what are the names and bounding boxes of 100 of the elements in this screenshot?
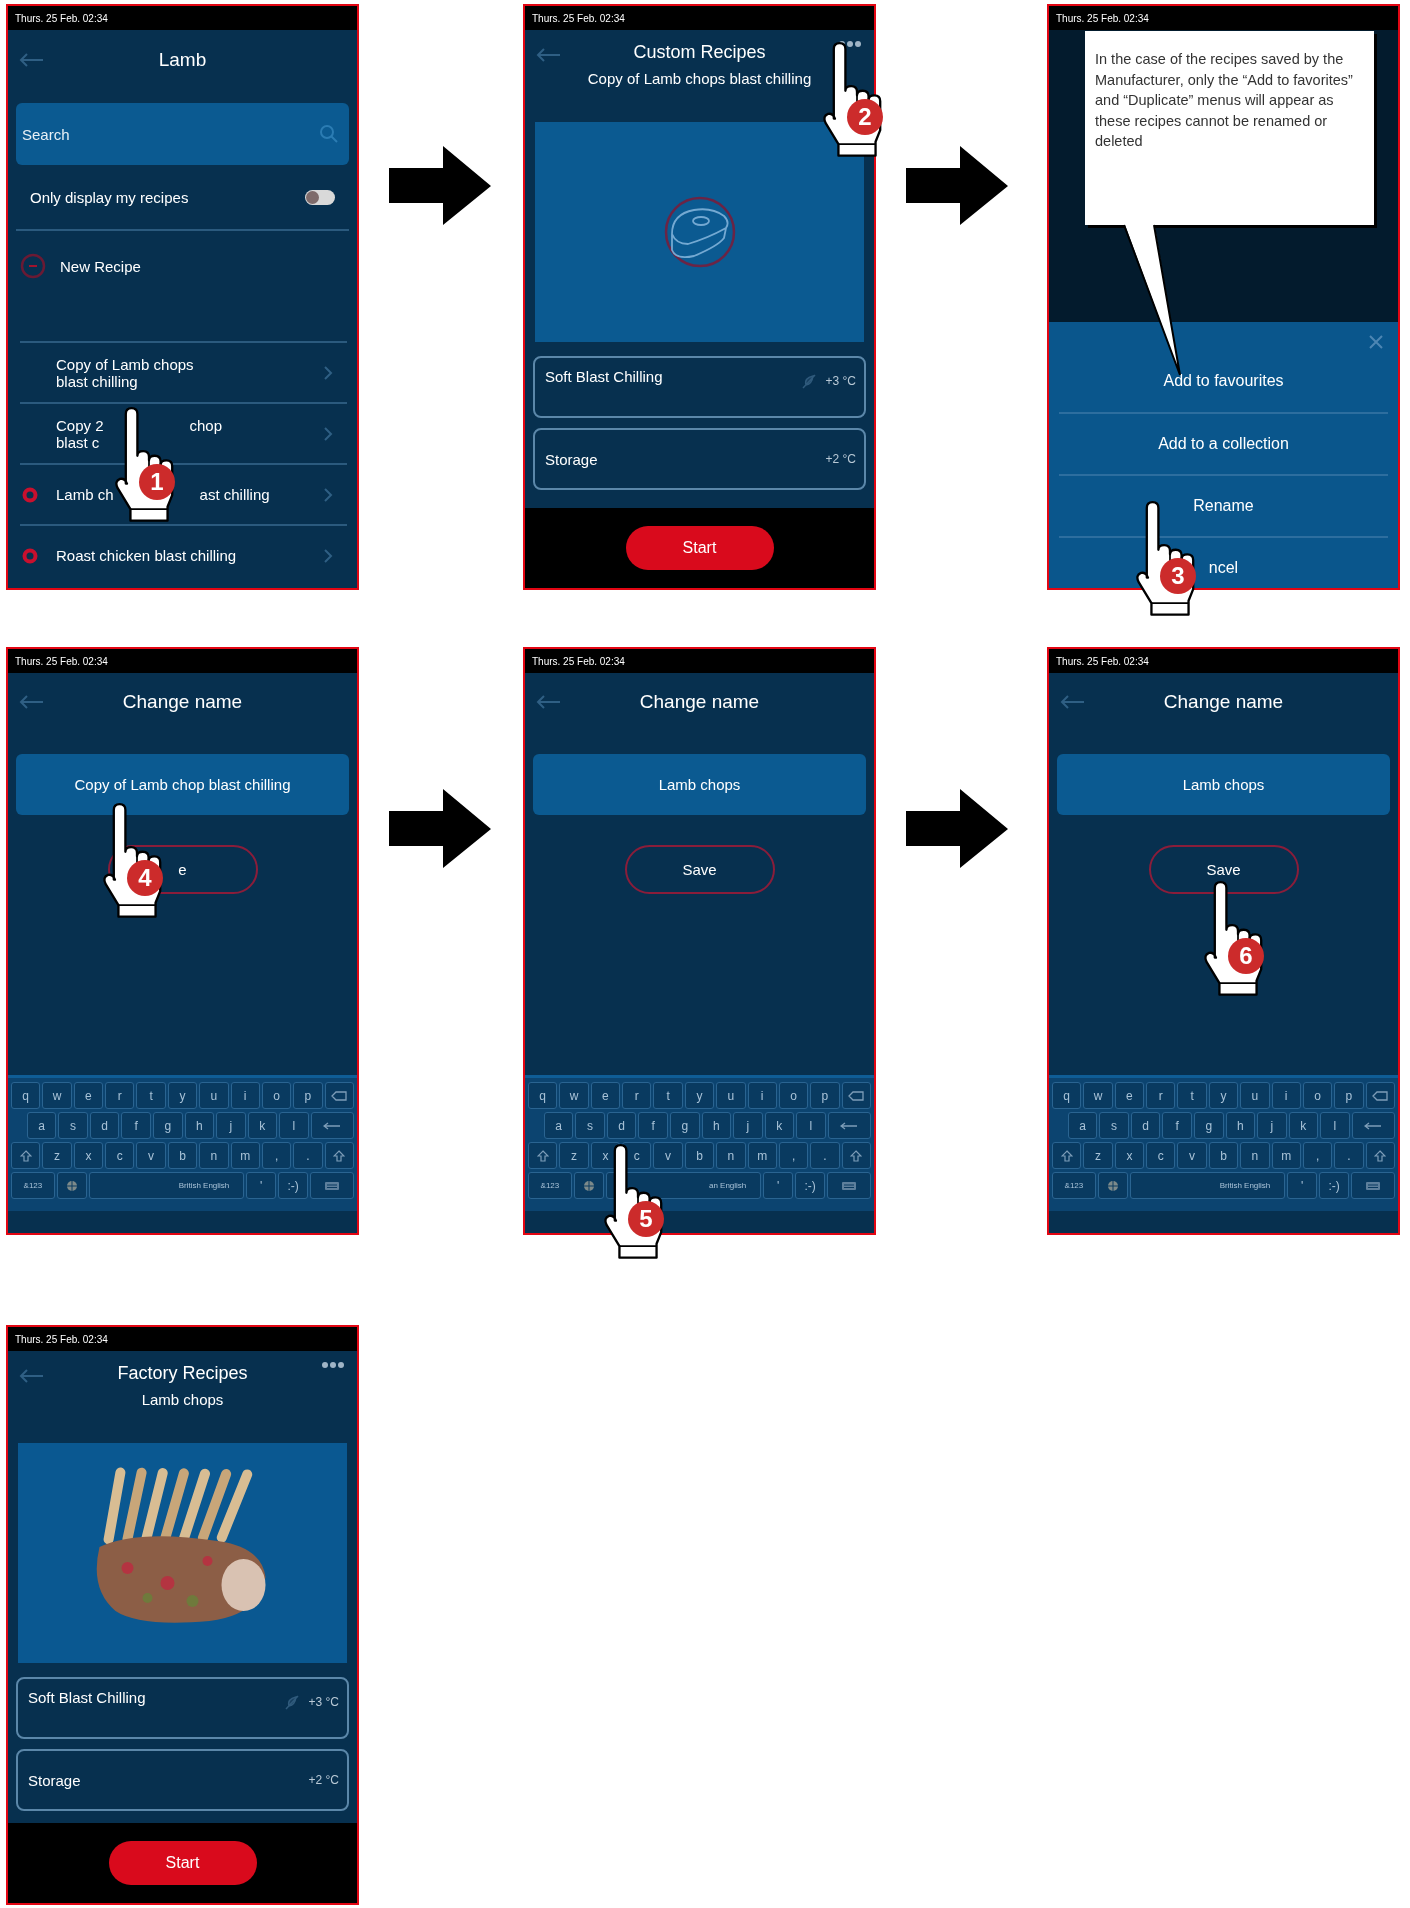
keyboard-key[interactable]: ' bbox=[763, 1172, 794, 1199]
close-icon[interactable] bbox=[1368, 334, 1384, 350]
keyboard-key[interactable]: :-) bbox=[278, 1172, 309, 1199]
keyboard-key[interactable]: f bbox=[638, 1112, 668, 1139]
keyboard-key[interactable]: w bbox=[42, 1082, 72, 1109]
keyboard-key[interactable]: o bbox=[261, 1082, 292, 1109]
recipe-item[interactable]: Copy of Lamb chops blast chilling bbox=[20, 341, 347, 402]
new-recipe-item[interactable]: New Recipe bbox=[8, 231, 357, 341]
keyboard-key[interactable]: i bbox=[1271, 1082, 1301, 1109]
back-arrow-icon[interactable] bbox=[19, 695, 45, 709]
keyboard-key[interactable]: z bbox=[42, 1142, 72, 1169]
keyboard-key[interactable] bbox=[827, 1112, 871, 1139]
keyboard-key[interactable]: g bbox=[669, 1112, 700, 1139]
keyboard-key[interactable]: . bbox=[810, 1142, 840, 1169]
back-arrow-icon[interactable] bbox=[19, 53, 45, 67]
keyboard-key[interactable]: t bbox=[136, 1082, 166, 1109]
keyboard-key[interactable]: r bbox=[622, 1082, 652, 1109]
keyboard-key[interactable] bbox=[1365, 1142, 1395, 1169]
keyboard-key[interactable]: r bbox=[1146, 1082, 1176, 1109]
keyboard-key[interactable]: k bbox=[1288, 1112, 1319, 1139]
keyboard-key[interactable] bbox=[1052, 1142, 1082, 1169]
keyboard-key[interactable] bbox=[1351, 1172, 1395, 1199]
keyboard-key[interactable]: :-) bbox=[1319, 1172, 1350, 1199]
keyboard-key[interactable] bbox=[1097, 1172, 1128, 1199]
keyboard-key[interactable] bbox=[324, 1142, 354, 1169]
keyboard-key[interactable]: . bbox=[293, 1142, 323, 1169]
keyboard-key[interactable]: British English bbox=[88, 1172, 245, 1199]
keyboard-key[interactable]: ' bbox=[246, 1172, 277, 1199]
keyboard-key[interactable] bbox=[573, 1172, 604, 1199]
keyboard-key[interactable]: s bbox=[575, 1112, 605, 1139]
keyboard-key[interactable] bbox=[841, 1082, 871, 1109]
keyboard-key[interactable]: e bbox=[1114, 1082, 1145, 1109]
keyboard-key[interactable]: d bbox=[1130, 1112, 1161, 1139]
keyboard-key[interactable]: k bbox=[764, 1112, 795, 1139]
keyboard-key[interactable]: r bbox=[105, 1082, 135, 1109]
keyboard-key[interactable] bbox=[310, 1112, 354, 1139]
keyboard-key[interactable]: h bbox=[184, 1112, 215, 1139]
keyboard-key[interactable]: q bbox=[11, 1082, 41, 1109]
keyboard-key[interactable]: t bbox=[653, 1082, 683, 1109]
phase-card[interactable]: Soft Blast Chilling +3 °C bbox=[533, 356, 866, 418]
keyboard-key[interactable]: z bbox=[559, 1142, 589, 1169]
keyboard-key[interactable] bbox=[1365, 1082, 1395, 1109]
start-button[interactable]: Start bbox=[108, 1841, 257, 1885]
keyboard-key[interactable]: n bbox=[716, 1142, 746, 1169]
keyboard-key[interactable] bbox=[11, 1142, 41, 1169]
keyboard-key[interactable]: s bbox=[1099, 1112, 1129, 1139]
phase-card[interactable]: Storage +2 °C bbox=[16, 1749, 349, 1811]
keyboard-key[interactable]: &123 bbox=[528, 1172, 572, 1199]
search-icon[interactable] bbox=[319, 124, 339, 144]
keyboard-key[interactable]: a bbox=[26, 1112, 57, 1139]
keyboard-key[interactable]: u bbox=[199, 1082, 229, 1109]
add-icon[interactable] bbox=[20, 253, 46, 279]
keyboard-key[interactable]: p bbox=[293, 1082, 323, 1109]
keyboard-key[interactable]: :-) bbox=[795, 1172, 826, 1199]
back-arrow-icon[interactable] bbox=[536, 695, 562, 709]
keyboard-key[interactable]: k bbox=[247, 1112, 278, 1139]
keyboard-key[interactable]: g bbox=[1193, 1112, 1224, 1139]
keyboard-key[interactable]: o bbox=[1302, 1082, 1333, 1109]
save-button[interactable]: Save bbox=[624, 845, 775, 894]
keyboard-key[interactable]: g bbox=[152, 1112, 183, 1139]
keyboard-key[interactable]: x bbox=[1114, 1142, 1145, 1169]
keyboard-key[interactable]: u bbox=[1240, 1082, 1270, 1109]
keyboard-key[interactable]: h bbox=[701, 1112, 732, 1139]
back-arrow-icon[interactable] bbox=[19, 1369, 45, 1383]
keyboard-key[interactable]: h bbox=[1225, 1112, 1256, 1139]
keyboard-key[interactable]: e bbox=[590, 1082, 621, 1109]
toggle-switch[interactable] bbox=[305, 189, 335, 205]
keyboard-key[interactable]: m bbox=[230, 1142, 260, 1169]
keyboard-key[interactable] bbox=[310, 1172, 354, 1199]
keyboard-key[interactable]: v bbox=[653, 1142, 683, 1169]
keyboard-key[interactable]: a bbox=[1067, 1112, 1098, 1139]
keyboard-key[interactable]: u bbox=[716, 1082, 746, 1109]
keyboard-key[interactable]: a bbox=[543, 1112, 574, 1139]
keyboard-key[interactable] bbox=[1351, 1112, 1395, 1139]
keyboard-key[interactable]: British English bbox=[1129, 1172, 1286, 1199]
keyboard-key[interactable]: o bbox=[778, 1082, 809, 1109]
keyboard-key[interactable]: w bbox=[1083, 1082, 1113, 1109]
keyboard-key[interactable] bbox=[528, 1142, 558, 1169]
keyboard-key[interactable]: c bbox=[105, 1142, 135, 1169]
keyboard-key[interactable] bbox=[841, 1142, 871, 1169]
back-arrow-icon[interactable] bbox=[536, 48, 562, 62]
keyboard-key[interactable] bbox=[827, 1172, 871, 1199]
keyboard-key[interactable]: t bbox=[1177, 1082, 1207, 1109]
search-field[interactable]: Search bbox=[16, 103, 349, 165]
keyboard-key[interactable]: b bbox=[1208, 1142, 1239, 1169]
more-icon[interactable] bbox=[321, 1361, 345, 1369]
keyboard-key[interactable]: x bbox=[73, 1142, 104, 1169]
name-field[interactable]: Copy of Lamb chop blast chilling bbox=[16, 754, 349, 815]
keyboard-key[interactable]: , bbox=[1302, 1142, 1333, 1169]
keyboard-key[interactable]: w bbox=[559, 1082, 589, 1109]
keyboard-key[interactable] bbox=[56, 1172, 87, 1199]
menu-item[interactable]: Add to a collection bbox=[1059, 412, 1388, 474]
keyboard-key[interactable]: ' bbox=[1287, 1172, 1318, 1199]
keyboard-key[interactable]: l bbox=[796, 1112, 826, 1139]
name-field[interactable]: Lamb chops bbox=[1057, 754, 1390, 815]
keyboard-key[interactable]: m bbox=[1271, 1142, 1301, 1169]
keyboard-key[interactable]: , bbox=[778, 1142, 809, 1169]
keyboard-key[interactable]: l bbox=[1320, 1112, 1350, 1139]
keyboard-key[interactable]: m bbox=[747, 1142, 777, 1169]
keyboard-key[interactable] bbox=[324, 1082, 354, 1109]
